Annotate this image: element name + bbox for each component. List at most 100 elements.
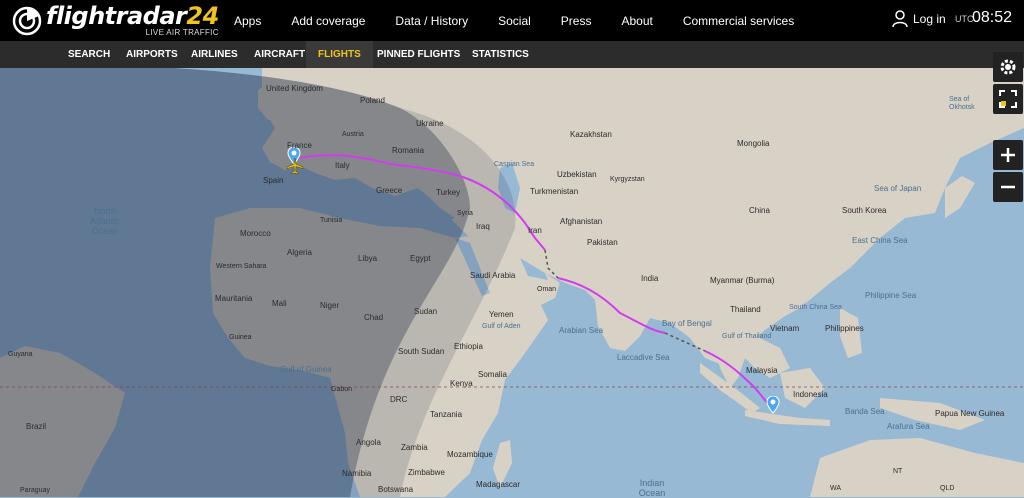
ocean-label: Indian Ocean [638,478,666,498]
zoom-in-button[interactable] [993,140,1023,170]
map-label: Western Sahara [216,263,266,271]
nav-press[interactable]: Press [543,14,604,28]
map-label: Mali [272,299,287,308]
map-label: Sudan [414,307,438,316]
subnav-statistics[interactable]: STATISTICS [462,41,539,68]
map-label: Afghanistan [560,217,603,226]
map-label: Niger [320,301,340,310]
main-nav: Apps Add coverage Data / History Social … [222,0,806,41]
map-label: China [749,206,770,215]
map-label: Mauritania [215,294,253,303]
map-label: Mongolia [737,139,770,148]
map-label: Vietnam [770,324,800,333]
map-label: WA [830,485,842,492]
map-label: Namibia [342,469,372,478]
nav-data-history[interactable]: Data / History [377,14,480,28]
map-label: Paraguay [20,487,50,494]
map-label: Chad [364,313,384,322]
top-navbar: flightradar24 LIVE AIR TRAFFIC Apps Add … [0,0,1024,41]
map-label: Madagascar [476,480,521,489]
map-label: South Korea [842,206,887,215]
nav-add-coverage[interactable]: Add coverage [273,14,377,28]
subnav-aircraft[interactable]: AIRCRAFT [244,41,315,68]
sea-label: Arafura Sea [887,422,930,431]
map-label: Kenya [450,379,473,388]
logo-radar-icon [12,6,42,35]
map-label: France [287,141,312,150]
zoom-out-icon [1001,185,1015,189]
map-label: India [641,274,659,283]
sea-label: Bay of Bengal [662,319,712,328]
map-label: Yemen [489,310,514,319]
map-label: Saudi Arabia [470,271,516,280]
airplane-icon[interactable] [286,157,304,175]
nav-commercial-services[interactable]: Commercial services [665,14,806,28]
map-label: Iraq [476,222,490,231]
nav-social[interactable]: Social [480,14,543,28]
map-label: Kazakhstan [570,130,612,139]
brand-number: 24 [186,2,219,30]
map-label: Pakistan [587,238,618,247]
fullscreen-icon [999,90,1017,108]
clock: 08:52 [972,9,1013,26]
map-label: Tanzania [430,410,463,419]
brand-logo[interactable]: flightradar24 LIVE AIR TRAFFIC [12,4,219,37]
map-label: Zimbabwe [408,468,445,477]
map-label: Philippines [825,324,864,333]
nav-apps[interactable]: Apps [222,14,273,28]
map-label: DRC [390,395,408,404]
map-label: Mozambique [447,450,493,459]
sea-label: Gulf of Thailand [722,333,772,340]
map-label: Morocco [240,229,271,238]
map-label: Ukraine [416,119,444,128]
map-label: South Sudan [398,347,445,356]
subnav-airports[interactable]: AIRPORTS [116,41,188,68]
settings-icon [1000,59,1016,75]
zoom-in-icon [1001,148,1015,162]
sea-label: East China Sea [852,236,908,245]
map-label: Italy [335,161,350,170]
sea-label: Banda Sea [845,407,885,416]
flight-map[interactable]: United Kingdom Poland Ukraine France Aus… [0,52,1024,498]
login-button[interactable]: Log in [892,10,946,28]
map-label: Angola [356,438,381,447]
map-label: United Kingdom [266,84,323,93]
sea-label: Sea of Japan [874,184,922,193]
map-label-text: Western Sahara [216,263,267,270]
map-label: Thailand [730,305,761,314]
map-label: Turkmenistan [530,187,579,196]
map-label: Tunisia [320,217,343,224]
subnav-search[interactable]: SEARCH [58,41,120,68]
map-label: Papua New Guinea [935,409,1005,418]
sea-label: Gulf of Aden [482,323,521,330]
sub-nav: SEARCH AIRPORTS AIRLINES AIRCRAFT FLIGHT… [0,41,1024,68]
map-canvas[interactable] [0,68,1024,497]
sea-label: Laccadive Sea [617,353,670,362]
map-label: Somalia [478,370,507,379]
map-label: Brazil [26,422,47,431]
subnav-pinned-flights[interactable]: PINNED FLIGHTS [367,41,470,68]
time-zone: UTC [955,14,974,24]
nav-about[interactable]: About [603,14,664,28]
map-label: Myanmar (Burma) [710,276,775,285]
sea-label: Caspian Sea [494,161,535,168]
subnav-flights[interactable]: FLIGHTS [306,41,373,68]
map-label: Romania [392,146,425,155]
sea-label: Philippine Sea [865,291,917,300]
map-label: Egypt [410,254,431,263]
map-label: Ethiopia [454,342,483,351]
map-label: Indonesia [793,390,828,399]
map-label: Uzbekistan [557,170,597,179]
map-label: Iran [528,226,542,235]
map-label: Syria [457,210,473,217]
destination-pin-icon[interactable] [766,396,780,414]
brand-tagline: LIVE AIR TRAFFIC [145,28,219,37]
fullscreen-button[interactable] [993,84,1023,114]
settings-button[interactable] [993,52,1023,82]
map-label: Austria [342,131,364,138]
map-label: Algeria [287,248,312,257]
map-label: Malaysia [746,366,778,375]
sea-label: Arabian Sea [559,326,604,335]
zoom-out-button[interactable] [993,172,1023,202]
subnav-airlines[interactable]: AIRLINES [181,41,248,68]
